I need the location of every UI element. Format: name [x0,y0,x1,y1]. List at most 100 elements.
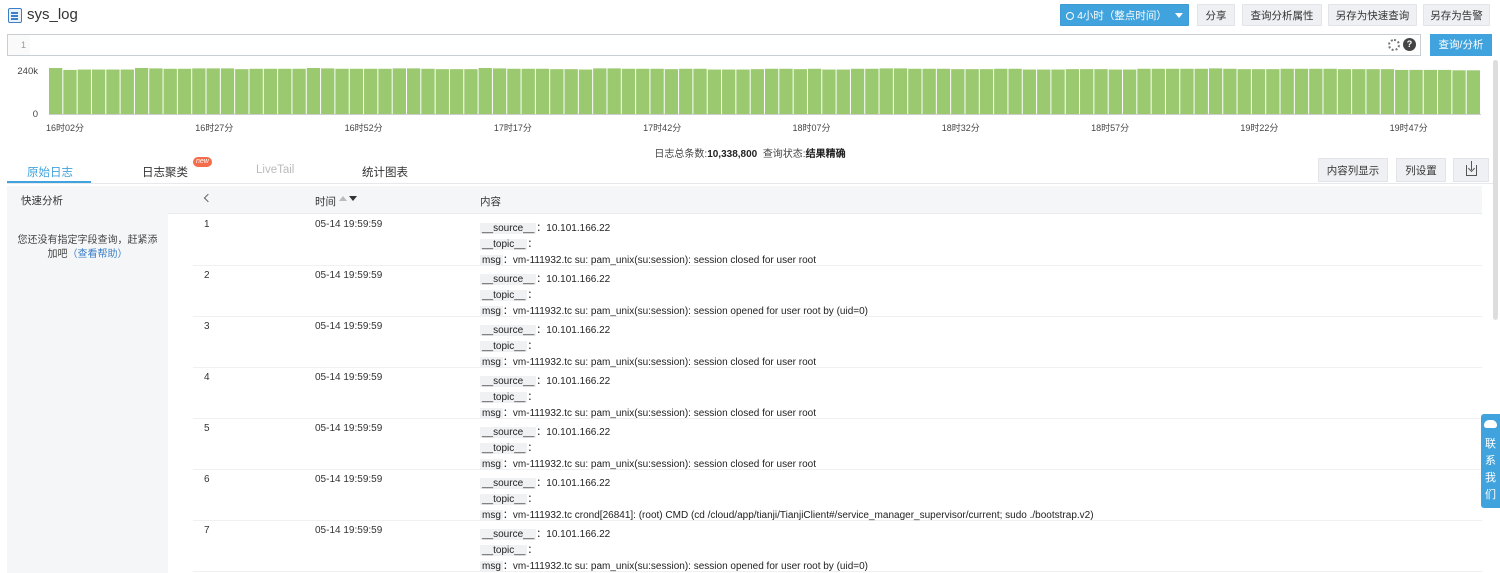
histogram-bar[interactable] [693,68,707,114]
histogram-bar[interactable] [965,69,979,114]
field-key[interactable]: __source__ [480,376,537,387]
histogram-bar[interactable] [578,69,593,114]
field-value[interactable]: vm-111932.tc su: pam_unix(su:session): s… [513,255,816,266]
histogram-bar[interactable] [1123,69,1137,114]
field-key[interactable]: __topic__ [480,341,528,352]
histogram-bar[interactable] [1251,69,1266,114]
histogram-bar[interactable] [1309,68,1323,114]
histogram-bar[interactable] [908,68,922,114]
field-key[interactable]: __source__ [480,478,537,489]
save-quick-query-button[interactable]: 另存为快速查询 [1328,4,1417,26]
field-key[interactable]: __source__ [480,223,537,234]
field-value[interactable]: 10.101.166.22 [546,478,610,489]
histogram-bar[interactable] [564,69,578,114]
histogram-bar[interactable] [1080,69,1094,114]
histogram-bar[interactable] [464,69,478,114]
histogram-bar[interactable] [836,69,850,114]
histogram-bar[interactable] [1452,70,1466,114]
histogram-bar[interactable] [650,68,664,114]
histogram-bar[interactable] [163,68,177,114]
table-row[interactable]: 5 05-14 19:59:59 __source__ ：10.101.166.22 _… [193,419,1482,470]
histogram-bar[interactable] [220,68,235,114]
histogram-bar[interactable] [306,68,321,114]
histogram-bar[interactable] [1352,69,1366,114]
histogram-bar[interactable] [822,69,836,114]
histogram-bar[interactable] [134,68,149,114]
histogram-bar[interactable] [1223,68,1237,114]
histogram-bar[interactable] [1194,68,1208,114]
content-display-button[interactable]: 内容列显示 [1318,158,1388,182]
histogram-bar[interactable] [1294,68,1309,114]
histogram-bar[interactable] [1065,69,1080,114]
search-button[interactable]: 查询/分析 [1430,34,1492,56]
field-value[interactable]: vm-111932.tc su: pam_unix(su:session): s… [513,357,816,368]
histogram-bar[interactable] [192,68,206,114]
histogram-bar[interactable] [335,68,349,114]
field-key[interactable]: msg [480,408,503,419]
table-row[interactable]: 6 05-14 19:59:59 __source__ ：10.101.166.22 _… [193,470,1482,521]
histogram-bar[interactable] [1280,68,1294,114]
histogram-bar[interactable] [278,68,292,114]
field-key[interactable]: msg [480,561,503,572]
query-editor[interactable]: 1 ? [7,34,1421,56]
query-properties-button[interactable]: 查询分析属性 [1242,4,1322,26]
histogram-bar[interactable] [149,68,163,114]
field-key[interactable]: __source__ [480,529,537,540]
histogram-bar[interactable] [550,69,564,114]
table-row[interactable]: 2 05-14 19:59:59 __source__ ：10.101.166.22 _… [193,266,1482,317]
tab-raw-logs[interactable]: 原始日志 [27,164,73,180]
histogram-bar[interactable] [1108,69,1122,114]
histogram-bar[interactable] [263,68,278,114]
histogram-bar[interactable] [521,68,535,114]
table-row[interactable]: 4 05-14 19:59:59 __source__ ：10.101.166.22 _… [193,368,1482,419]
table-row[interactable]: 1 05-14 19:59:59 __source__ ：10.101.166.22 _… [193,215,1482,266]
histogram-bar[interactable] [349,68,364,114]
histogram-bar[interactable] [879,68,893,114]
histogram-bar[interactable] [449,69,464,114]
histogram-bar[interactable] [1180,68,1194,114]
histogram-bar[interactable] [951,69,965,114]
histogram-bar[interactable] [707,69,722,114]
field-value[interactable]: 10.101.166.22 [546,529,610,540]
field-value[interactable]: vm-111932.tc su: pam_unix(su:session): s… [513,459,816,470]
field-value[interactable]: 10.101.166.22 [546,325,610,336]
histogram-bar[interactable] [1266,69,1280,114]
histogram-bar[interactable] [994,68,1008,114]
histogram-bar[interactable] [292,68,306,114]
field-key[interactable]: __source__ [480,325,537,336]
histogram-bar[interactable] [865,68,879,114]
histogram-bar[interactable] [435,69,449,114]
histogram-bar[interactable] [779,68,793,114]
sort-desc-icon[interactable] [349,196,357,201]
field-key[interactable]: __topic__ [480,392,528,403]
histogram-bar[interactable] [1151,68,1165,114]
histogram-bar[interactable] [1466,70,1480,114]
field-key[interactable]: __topic__ [480,545,528,556]
histogram-bar[interactable] [922,68,936,114]
histogram-bar[interactable] [1409,69,1423,114]
contact-us-button[interactable]: 联系我们 [1481,414,1500,508]
histogram-bar[interactable] [1423,69,1438,114]
field-key[interactable]: __source__ [480,274,537,285]
query-input[interactable] [34,36,1384,54]
histogram-bar[interactable] [1366,69,1380,114]
field-value[interactable]: vm-111932.tc crond[26841]: (root) CMD (c… [513,510,1094,521]
field-value[interactable]: vm-111932.tc su: pam_unix(su:session): s… [513,561,868,572]
histogram-bar[interactable] [106,69,120,114]
share-button[interactable]: 分享 [1197,4,1235,26]
histogram-bar[interactable] [722,69,736,114]
histogram-bar[interactable] [807,68,822,114]
histogram-bar[interactable] [49,68,63,114]
histogram-bar[interactable] [63,69,77,114]
histogram-bar[interactable] [736,69,750,114]
tab-log-cluster[interactable]: 日志聚类 [142,164,188,180]
column-settings-button[interactable]: 列设置 [1396,158,1446,182]
histogram-bar[interactable] [1051,69,1065,114]
field-value[interactable]: 10.101.166.22 [546,376,610,387]
histogram-bar[interactable] [1380,69,1395,114]
field-key[interactable]: __topic__ [480,443,528,454]
histogram-bar[interactable] [1208,68,1223,114]
collapse-sidebar-icon[interactable] [203,193,213,203]
histogram-bar[interactable] [235,69,249,114]
field-key[interactable]: __topic__ [480,290,528,301]
